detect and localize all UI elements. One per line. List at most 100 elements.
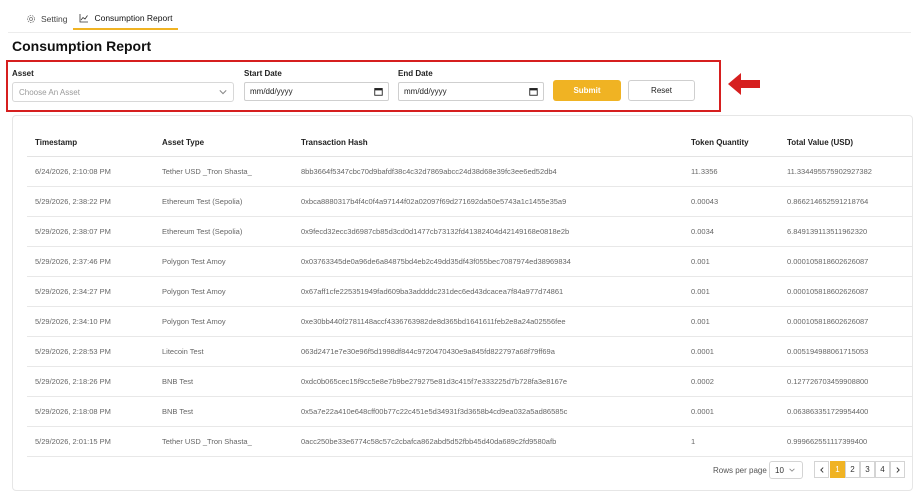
cell-total-value: 0.000105818602626087	[779, 306, 912, 337]
cell-transaction-hash: 0xdc0b065cec15f9cc5e8e7b9be279275e81d3c4…	[293, 366, 683, 397]
cell-transaction-hash: 0xe30bb440f2781148accf4336763982de8d365b…	[293, 306, 683, 337]
end-date-label: End Date	[398, 69, 433, 78]
calendar-icon	[374, 88, 383, 96]
page-button-3[interactable]: 3	[860, 461, 875, 478]
end-date-field[interactable]: mm/dd/yyyy	[398, 82, 544, 101]
tab-setting-label: Setting	[41, 14, 68, 24]
cell-token-quantity: 0.0034	[683, 216, 779, 247]
cell-total-value: 6.849139113511962320	[779, 216, 912, 247]
cell-token-quantity: 1	[683, 426, 779, 457]
cell-timestamp: 5/29/2026, 2:18:08 PM	[27, 396, 154, 427]
cell-timestamp: 5/29/2026, 2:18:26 PM	[27, 366, 154, 397]
chart-line-icon	[80, 14, 89, 23]
page-button-4[interactable]: 4	[875, 461, 890, 478]
end-date-value: mm/dd/yyyy	[404, 87, 447, 96]
cell-transaction-hash: 0xbca8880317b4f4c0f4a97144f02a02097f69d2…	[293, 186, 683, 217]
col-total-value[interactable]: Total Value (USD)	[779, 130, 912, 157]
col-asset-type[interactable]: Asset Type	[154, 130, 293, 157]
chevron-left-icon	[819, 466, 824, 473]
cell-asset-type: Tether USD _Tron Shasta_	[154, 426, 293, 457]
cell-timestamp: 5/29/2026, 2:37:46 PM	[27, 246, 154, 277]
cell-total-value: 0.063863351729954400	[779, 396, 912, 427]
start-date-field[interactable]: mm/dd/yyyy	[244, 82, 389, 101]
cell-transaction-hash: 0x67aff1cfe225351949fad609ba3addddc231de…	[293, 276, 683, 307]
cell-asset-type: Litecoin Test	[154, 336, 293, 367]
cell-timestamp: 5/29/2026, 2:28:53 PM	[27, 336, 154, 367]
col-token-quantity[interactable]: Token Quantity	[683, 130, 779, 157]
tab-divider	[8, 32, 911, 33]
reset-button[interactable]: Reset	[628, 80, 695, 101]
table-row: 6/24/2026, 2:10:08 PM Tether USD _Tron S…	[27, 156, 912, 187]
gear-icon	[27, 15, 35, 23]
cell-timestamp: 5/29/2026, 2:34:10 PM	[27, 306, 154, 337]
cell-total-value: 0.999662551117399400	[779, 426, 912, 457]
cell-token-quantity: 0.00043	[683, 186, 779, 217]
cell-transaction-hash: 8bb3664f5347cbc70d9bafdf38c4c32d7869abcc…	[293, 156, 683, 187]
cell-timestamp: 6/24/2026, 2:10:08 PM	[27, 156, 154, 187]
cell-token-quantity: 0.001	[683, 276, 779, 307]
tab-consumption-report-label: Consumption Report	[94, 13, 173, 23]
table-row: 5/29/2026, 2:01:15 PM Tether USD _Tron S…	[27, 426, 912, 457]
tab-setting[interactable]: Setting	[20, 8, 73, 30]
cell-asset-type: Polygon Test Amoy	[154, 306, 293, 337]
pagination-bar: Rows per page 10 1 2 3 4	[13, 460, 912, 482]
arrow-left-icon	[728, 73, 760, 95]
cell-total-value: 0.000105818602626087	[779, 276, 912, 307]
cell-timestamp: 5/29/2026, 2:38:07 PM	[27, 216, 154, 247]
cell-token-quantity: 0.001	[683, 246, 779, 277]
submit-button[interactable]: Submit	[553, 80, 621, 101]
cell-token-quantity: 11.3356	[683, 156, 779, 187]
page-button-2[interactable]: 2	[845, 461, 860, 478]
cell-transaction-hash: 0acc250be33e6774c58c57c2cbafca862abd5d52…	[293, 426, 683, 457]
rows-per-page-select[interactable]: 10	[769, 461, 803, 479]
page-title: Consumption Report	[12, 38, 152, 54]
cell-token-quantity: 0.0001	[683, 396, 779, 427]
chevron-down-icon	[219, 90, 227, 95]
table-row: 5/29/2026, 2:28:53 PM Litecoin Test 063d…	[27, 336, 912, 367]
cell-token-quantity: 0.0002	[683, 366, 779, 397]
chevron-down-icon	[789, 468, 795, 472]
cell-total-value: 0.127726703459908800	[779, 366, 912, 397]
cell-asset-type: Tether USD _Tron Shasta_	[154, 156, 293, 187]
cell-transaction-hash: 0x5a7e22a410e648cff00b77c22c451e5d34931f…	[293, 396, 683, 427]
asset-select-placeholder: Choose An Asset	[19, 87, 80, 97]
table-row: 5/29/2026, 2:37:46 PM Polygon Test Amoy …	[27, 246, 912, 277]
col-timestamp[interactable]: Timestamp	[27, 130, 154, 157]
cell-token-quantity: 0.001	[683, 306, 779, 337]
next-page-button[interactable]	[890, 461, 905, 478]
calendar-icon	[529, 88, 538, 96]
table-row: 5/29/2026, 2:18:08 PM BNB Test 0x5a7e22a…	[27, 396, 912, 427]
cell-asset-type: Polygon Test Amoy	[154, 276, 293, 307]
page-button-1[interactable]: 1	[830, 461, 845, 478]
asset-label: Asset	[12, 69, 34, 78]
rows-per-page-value: 10	[775, 465, 784, 475]
cell-timestamp: 5/29/2026, 2:34:27 PM	[27, 276, 154, 307]
cell-timestamp: 5/29/2026, 2:01:15 PM	[27, 426, 154, 457]
start-date-label: Start Date	[244, 69, 282, 78]
cell-total-value: 0.866214652591218764	[779, 186, 912, 217]
tab-consumption-report[interactable]: Consumption Report	[73, 8, 179, 30]
prev-page-button[interactable]	[814, 461, 829, 478]
table-row: 5/29/2026, 2:38:07 PM Ethereum Test (Sep…	[27, 216, 912, 247]
col-transaction-hash[interactable]: Transaction Hash	[293, 130, 683, 157]
table-row: 5/29/2026, 2:34:10 PM Polygon Test Amoy …	[27, 306, 912, 337]
cell-timestamp: 5/29/2026, 2:38:22 PM	[27, 186, 154, 217]
cell-asset-type: BNB Test	[154, 366, 293, 397]
table-row: 5/29/2026, 2:38:22 PM Ethereum Test (Sep…	[27, 186, 912, 217]
asset-select[interactable]: Choose An Asset	[12, 82, 234, 102]
cell-asset-type: Polygon Test Amoy	[154, 246, 293, 277]
table-header-row: Timestamp Asset Type Transaction Hash To…	[27, 130, 912, 157]
table-row: 5/29/2026, 2:34:27 PM Polygon Test Amoy …	[27, 276, 912, 307]
tab-bar: Setting Consumption Report	[20, 8, 179, 32]
cell-transaction-hash: 0x03763345de0a96de6a84875bd4eb2c49dd35df…	[293, 246, 683, 277]
cell-asset-type: Ethereum Test (Sepolia)	[154, 216, 293, 247]
cell-token-quantity: 0.0001	[683, 336, 779, 367]
cell-asset-type: Ethereum Test (Sepolia)	[154, 186, 293, 217]
cell-asset-type: BNB Test	[154, 396, 293, 427]
rows-per-page-label: Rows per page	[713, 466, 767, 475]
cell-total-value: 0.000105818602626087	[779, 246, 912, 277]
cell-total-value: 11.334495575902927382	[779, 156, 912, 187]
report-table: Timestamp Asset Type Transaction Hash To…	[27, 130, 912, 457]
cell-transaction-hash: 0x9fecd32ecc3d6987cb85d3cd0d1477cb73132f…	[293, 216, 683, 247]
cell-total-value: 0.005194988061715053	[779, 336, 912, 367]
